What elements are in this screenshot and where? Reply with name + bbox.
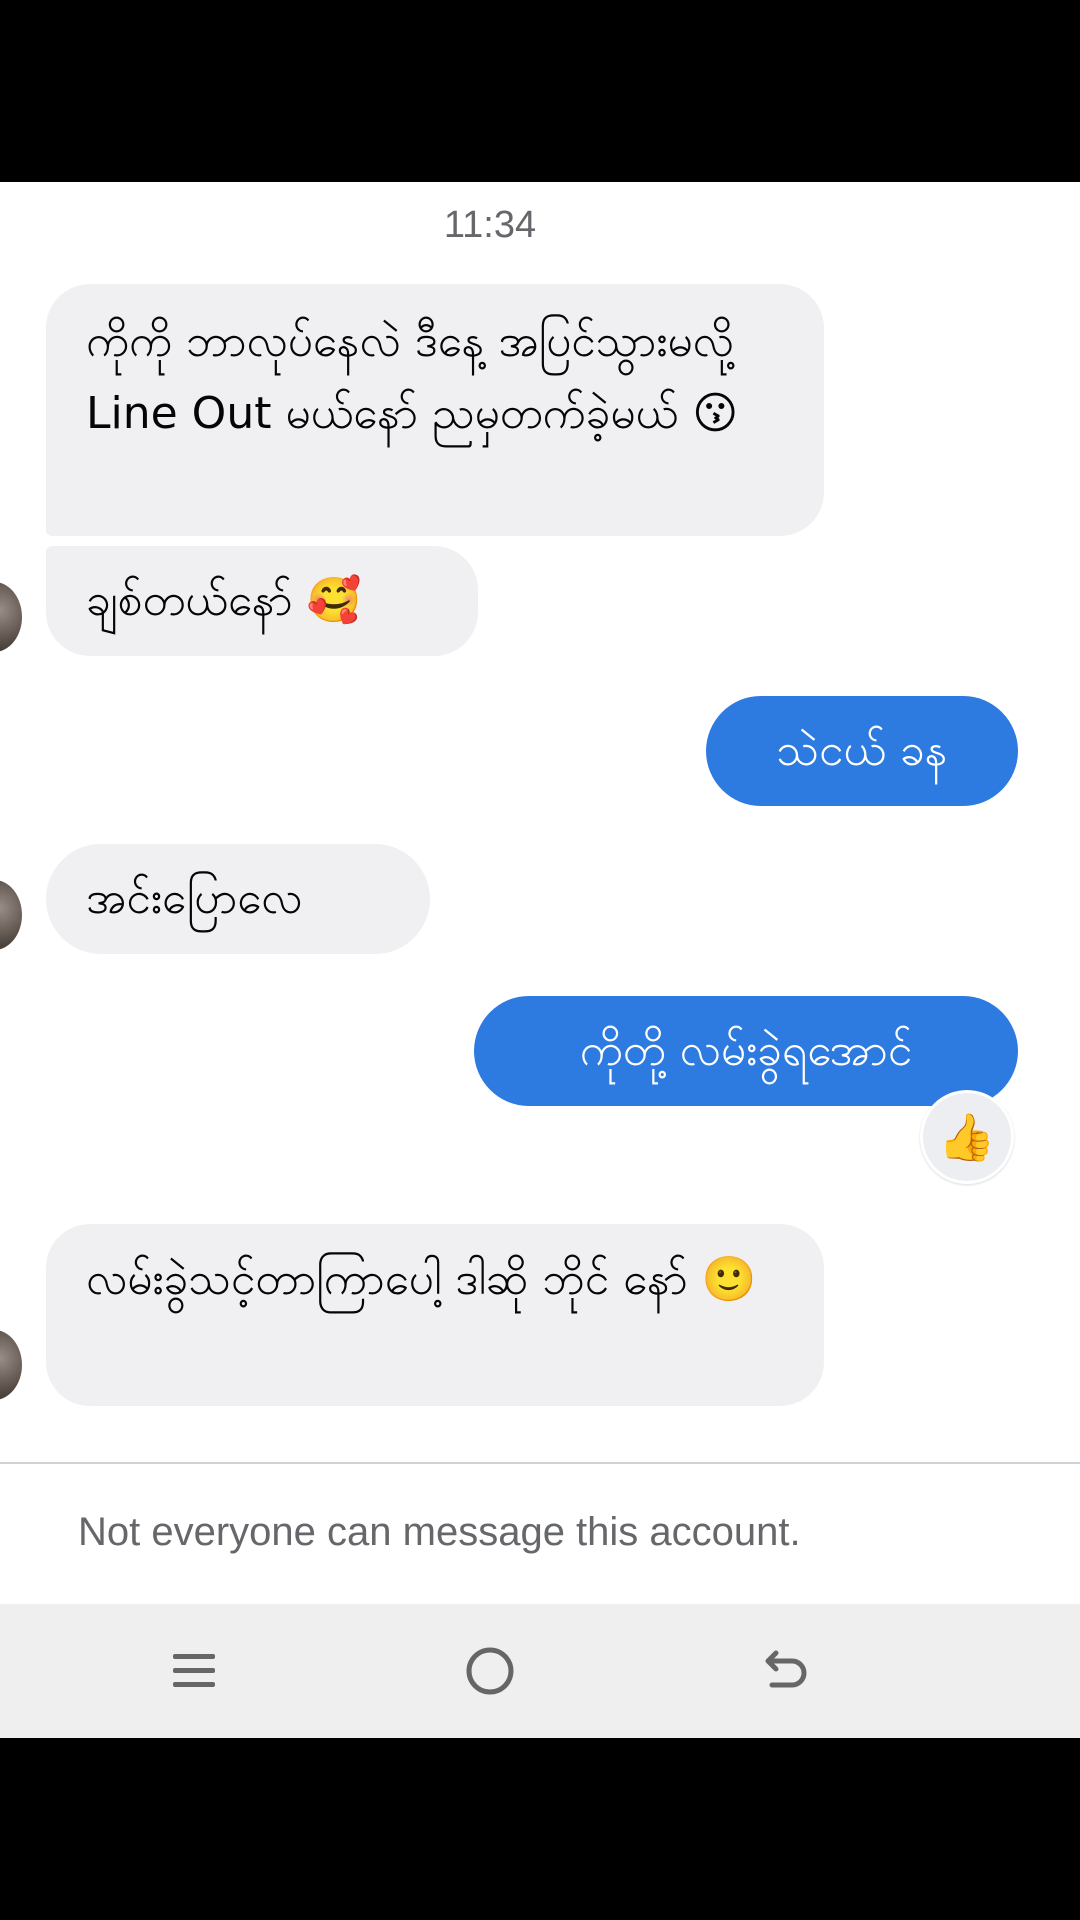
chat-timestamp: 11:34 xyxy=(443,204,537,246)
slightly-smiling-face-emoji: 🙂 xyxy=(701,1254,757,1305)
home-icon[interactable] xyxy=(450,1636,530,1706)
chat-thread[interactable]: 11:34 ကိုကို ဘာလုပ်နေလဲ ဒီနေ့ အပြင်သွားမ… xyxy=(0,182,1080,1462)
message-incoming-3[interactable]: အင်းပြောလေ xyxy=(46,844,430,954)
back-icon[interactable] xyxy=(746,1636,826,1706)
avatar[interactable] xyxy=(0,880,22,950)
message-restriction-notice: Not everyone can message this account. xyxy=(78,1510,801,1554)
bottom-letterbox xyxy=(0,1738,1080,1920)
message-text: ကိုတို့ လမ်းခွဲရအောင် xyxy=(579,1025,913,1076)
message-text: လမ်းခွဲသင့်တာကြာပေါ့ ဒါဆို ဘိုင် နော် xyxy=(86,1254,688,1305)
composer-area: Not everyone can message this account. xyxy=(0,1464,1080,1604)
message-outgoing-1[interactable]: သဲငယ် ခန xyxy=(706,696,1018,806)
avatar[interactable] xyxy=(0,1330,22,1400)
message-text: ကိုကို ဘာလုပ်နေလဲ ဒီနေ့ အပြင်သွားမလို့ L… xyxy=(86,316,734,439)
message-outgoing-2[interactable]: ကိုတို့ လမ်းခွဲရအောင် xyxy=(474,996,1018,1106)
system-navigation-bar xyxy=(0,1604,1080,1738)
message-incoming-2[interactable]: ချစ်တယ်နော် 🥰 xyxy=(46,546,478,656)
message-text: အင်းပြောလေ xyxy=(86,873,303,924)
smiling-face-with-hearts-emoji: 🥰 xyxy=(306,575,362,626)
message-text: ချစ်တယ်နော် xyxy=(86,575,293,626)
message-text: သဲငယ် ခန xyxy=(776,725,948,776)
message-incoming-4[interactable]: လမ်းခွဲသင့်တာကြာပေါ့ ဒါဆို ဘိုင် နော် 🙂 xyxy=(46,1224,824,1406)
menu-icon[interactable] xyxy=(154,1636,234,1706)
status-bar xyxy=(0,0,1080,182)
thumbs-up-reaction-icon[interactable]: 👍 xyxy=(920,1090,1014,1184)
kissing-face-emoji: 😗 xyxy=(692,388,739,439)
message-incoming-1[interactable]: ကိုကို ဘာလုပ်နေလဲ ဒီနေ့ အပြင်သွားမလို့ L… xyxy=(46,284,824,536)
avatar[interactable] xyxy=(0,582,22,652)
